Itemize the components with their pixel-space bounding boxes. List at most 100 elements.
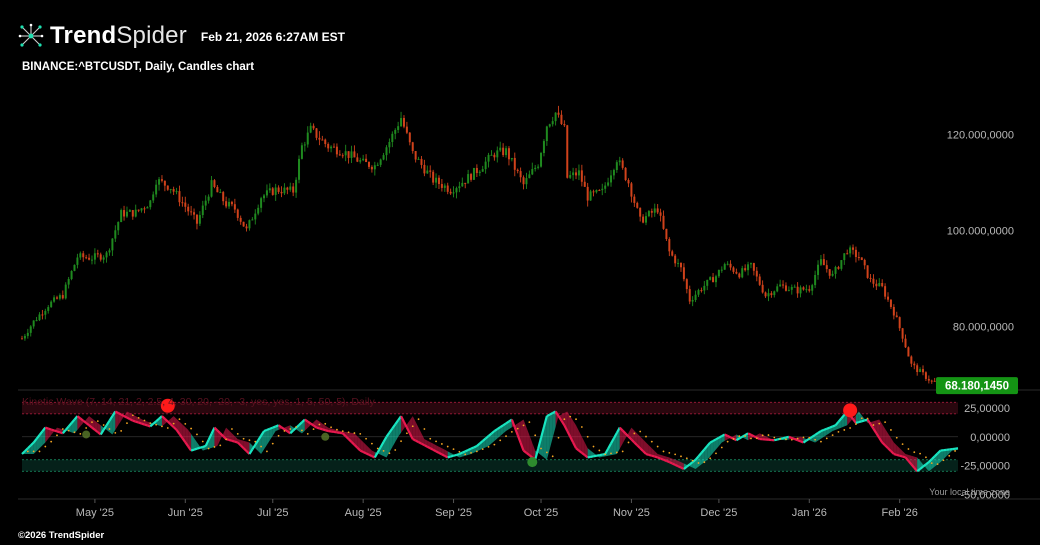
signal-dot bbox=[394, 449, 397, 451]
signal-dot bbox=[295, 426, 297, 428]
candle bbox=[178, 185, 181, 207]
wave-line bbox=[56, 430, 61, 434]
wave-line bbox=[660, 457, 664, 461]
candle bbox=[143, 206, 146, 214]
candle bbox=[709, 276, 712, 281]
candle bbox=[837, 265, 840, 270]
signal-dot bbox=[417, 418, 420, 421]
candle bbox=[884, 283, 887, 300]
signal-dot bbox=[452, 448, 455, 451]
candle bbox=[907, 346, 910, 357]
candle bbox=[580, 164, 583, 187]
candle bbox=[324, 138, 327, 148]
wave-line bbox=[721, 433, 726, 438]
candle bbox=[572, 167, 575, 181]
candle bbox=[776, 283, 779, 293]
signal-dot bbox=[592, 445, 595, 448]
candle bbox=[327, 142, 330, 152]
wave-line bbox=[138, 421, 142, 425]
candle bbox=[633, 194, 636, 207]
wave-line bbox=[435, 450, 440, 454]
candle bbox=[604, 182, 607, 194]
candle bbox=[362, 154, 365, 162]
wave-line bbox=[324, 429, 329, 433]
signal-dot bbox=[755, 437, 758, 440]
signal-dot bbox=[108, 428, 111, 430]
candle bbox=[919, 367, 922, 373]
candle bbox=[230, 200, 233, 207]
candle bbox=[802, 286, 805, 291]
candle bbox=[330, 145, 333, 153]
wave-band bbox=[415, 421, 419, 443]
candle bbox=[245, 223, 248, 232]
candle bbox=[901, 327, 904, 343]
candle bbox=[507, 146, 510, 166]
wave-band bbox=[264, 429, 267, 450]
signal-dot bbox=[137, 416, 140, 419]
candle bbox=[688, 285, 691, 305]
signal-dot bbox=[353, 432, 356, 434]
candle bbox=[796, 282, 799, 298]
wave-line bbox=[902, 455, 906, 459]
signal-dot bbox=[750, 437, 752, 440]
candle bbox=[376, 162, 379, 166]
wave-line bbox=[599, 453, 603, 457]
wave-line bbox=[774, 438, 778, 442]
candle bbox=[723, 262, 726, 270]
candle bbox=[808, 285, 811, 293]
candle bbox=[516, 168, 519, 174]
candle bbox=[105, 250, 108, 263]
candle bbox=[665, 228, 668, 241]
candle bbox=[910, 355, 913, 368]
wave-line bbox=[120, 413, 125, 418]
candle bbox=[47, 305, 50, 314]
wave-line bbox=[438, 451, 443, 456]
candle bbox=[365, 154, 368, 163]
time-tick-label: Dec '25 bbox=[700, 507, 737, 519]
wave-line bbox=[231, 439, 236, 443]
candle bbox=[160, 175, 163, 183]
price-tick-label: 80.000,0000 bbox=[953, 321, 1014, 333]
candle bbox=[706, 279, 709, 291]
wave-line bbox=[123, 415, 128, 419]
candle bbox=[429, 165, 432, 178]
candle bbox=[443, 183, 446, 192]
chart-canvas[interactable]: 80.000,0000 100.000,0000 120.000,0000 25,0… bbox=[0, 0, 1040, 545]
candle bbox=[461, 177, 464, 187]
candle bbox=[834, 265, 837, 279]
candle bbox=[373, 161, 376, 176]
signal-dot bbox=[837, 430, 840, 433]
candle bbox=[787, 286, 790, 292]
candle bbox=[878, 278, 881, 287]
candle bbox=[694, 290, 697, 303]
signal-dot bbox=[633, 432, 636, 435]
candle bbox=[831, 270, 834, 277]
candle bbox=[575, 168, 578, 180]
candle bbox=[659, 208, 662, 222]
signal-dot bbox=[604, 453, 607, 456]
candle bbox=[904, 334, 907, 348]
candle bbox=[621, 158, 624, 170]
signal-dot bbox=[820, 440, 822, 443]
candle bbox=[662, 210, 665, 230]
time-tick-label: Oct '25 bbox=[524, 507, 559, 519]
wave-line bbox=[858, 420, 863, 424]
candle bbox=[123, 205, 126, 221]
candle bbox=[685, 278, 688, 294]
indicator-label: Kinetic Wave (7, 14, 21, 2, 2.5, 4, 30, … bbox=[22, 396, 375, 408]
candle bbox=[717, 269, 720, 278]
candle bbox=[639, 207, 642, 222]
candle bbox=[691, 296, 694, 307]
wave-line bbox=[753, 435, 758, 439]
candle bbox=[193, 208, 196, 220]
candle bbox=[872, 274, 875, 288]
signal-dot bbox=[621, 450, 624, 453]
signal-dot bbox=[143, 419, 146, 422]
candle bbox=[493, 152, 496, 161]
candle bbox=[149, 199, 152, 210]
candle bbox=[752, 262, 755, 276]
signal-dot bbox=[336, 428, 338, 431]
candle bbox=[405, 121, 408, 135]
candle bbox=[720, 266, 723, 273]
wave-line bbox=[429, 447, 434, 451]
